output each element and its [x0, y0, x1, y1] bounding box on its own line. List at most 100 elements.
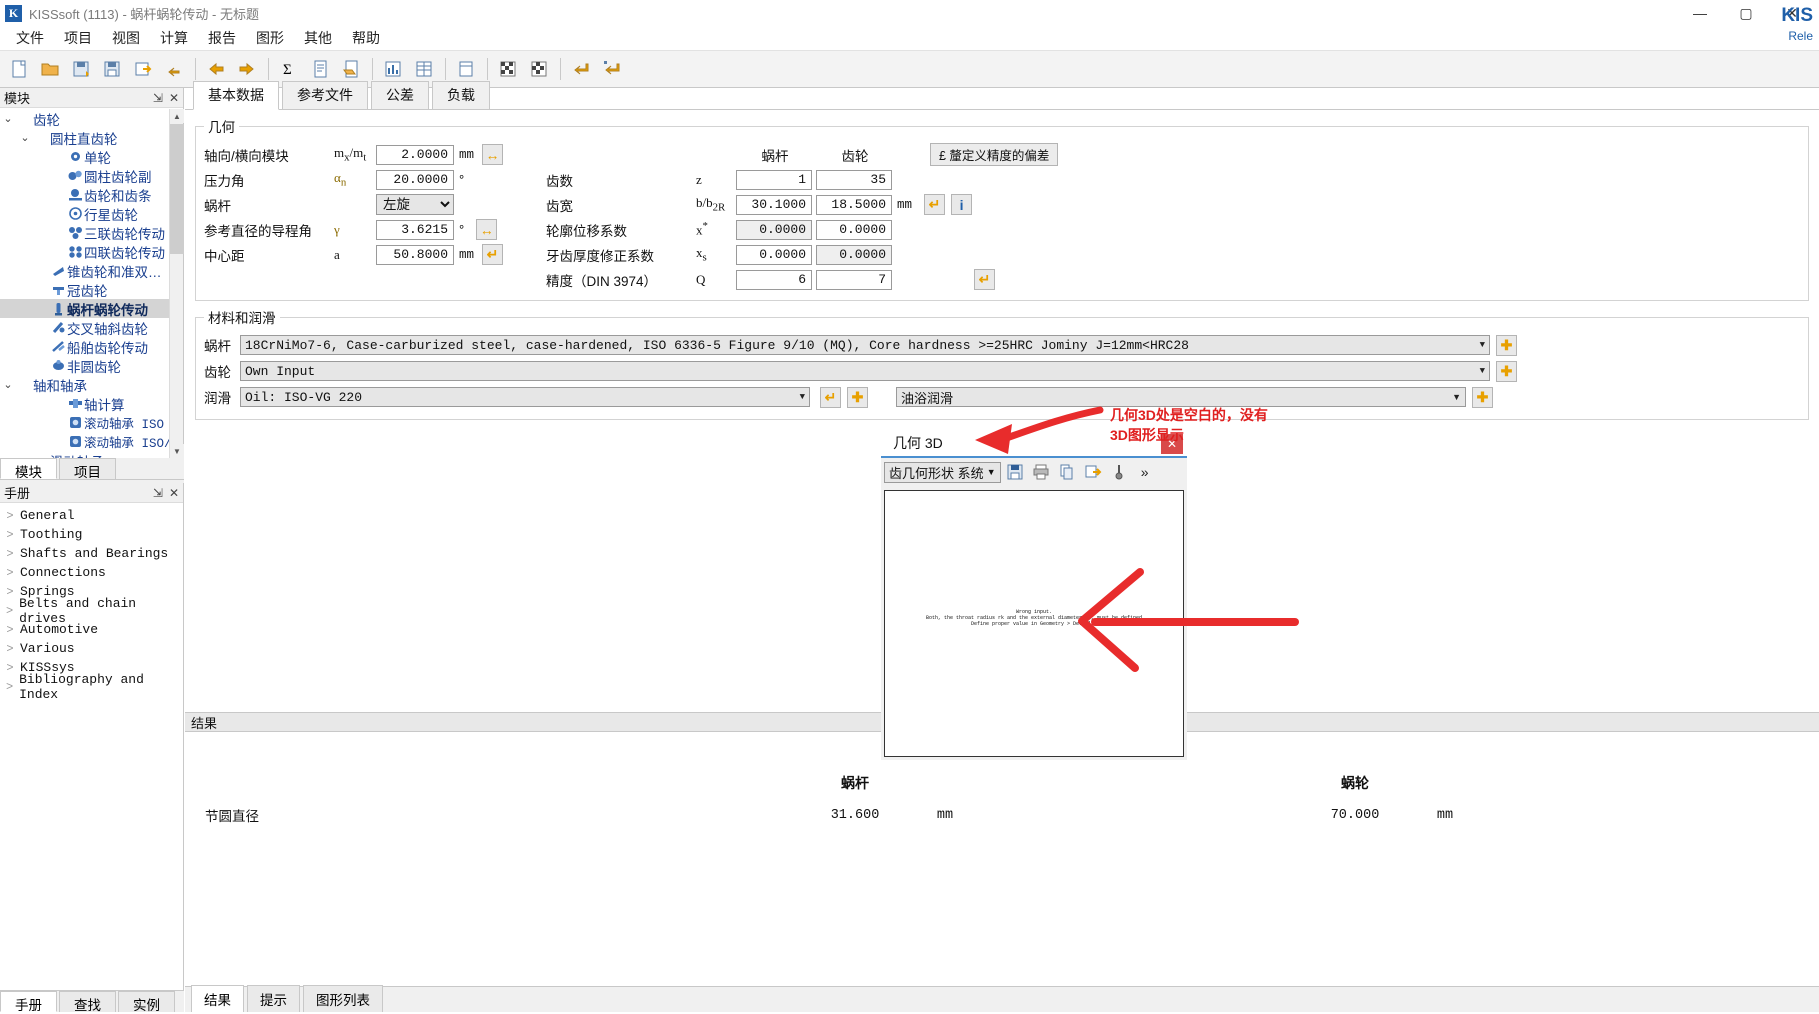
select-lubrication-type[interactable]: 油浴润滑 ▼ — [896, 387, 1466, 407]
module-tree-item[interactable]: 冠齿轮 — [0, 280, 183, 299]
module-tree-item[interactable]: 蜗杆蜗轮传动 — [0, 299, 183, 318]
return-icon[interactable] — [566, 54, 596, 84]
input-tooth-thickness-worm[interactable] — [736, 244, 812, 265]
menu-report[interactable]: 报告 — [198, 26, 246, 50]
module-tree-item[interactable]: ⌄滑动轴承 — [0, 451, 183, 459]
module-tree-scrollbar[interactable]: ▲ ▼ — [169, 109, 184, 458]
tree-twisty-icon[interactable]: ⌄ — [17, 131, 33, 144]
return2-icon[interactable] — [597, 54, 627, 84]
module-tree-item[interactable]: 滚动轴承 ISO … — [0, 413, 183, 432]
manual-list-item[interactable]: > Shafts and Bearings — [0, 544, 183, 563]
tree-twisty-icon[interactable]: ⌄ — [0, 112, 16, 125]
tab-search[interactable]: 查找 — [59, 991, 116, 1013]
report-icon[interactable] — [305, 54, 335, 84]
geometry-3d-canvas[interactable]: Wrong input. Both, the throat radius rk … — [884, 490, 1184, 757]
select-material-worm[interactable]: 18CrNiMo7-6, Case-carburized steel, case… — [240, 335, 1490, 355]
input-teeth-count-gear[interactable] — [816, 169, 892, 190]
tab-graphics-list[interactable]: 图形列表 — [303, 985, 383, 1012]
input-facewidth-worm[interactable] — [736, 194, 812, 215]
module-tree-item[interactable]: ⌄ 圆柱直齿轮 — [0, 128, 183, 147]
minimize-button[interactable]: — — [1677, 0, 1723, 26]
pin-icon[interactable]: ⇲ — [153, 486, 163, 500]
input-center-distance[interactable] — [376, 244, 454, 265]
geometry-3d-view-select[interactable]: 齿几何形状 系统 ▼ — [884, 461, 1001, 483]
module-tree-item[interactable]: 非圆齿轮 — [0, 356, 183, 375]
chevron-right-icon[interactable]: > — [0, 547, 20, 561]
module-tree[interactable]: ⌄ 齿轮 ⌄ 圆柱直齿轮 单轮 圆柱齿轮副 齿轮和齿条 行星齿轮 三联齿轮传动 四联齿轮传动 锥齿轮… — [0, 109, 183, 458]
menu-file[interactable]: 文件 — [6, 26, 54, 50]
chevron-right-icon[interactable]: > — [0, 680, 19, 694]
chevron-down-icon[interactable]: ▼ — [800, 392, 805, 402]
checker2-icon[interactable] — [524, 54, 554, 84]
save-as-icon[interactable] — [66, 54, 96, 84]
menu-extras[interactable]: 其他 — [294, 26, 342, 50]
undo-arrow-icon[interactable] — [159, 54, 189, 84]
chevron-right-icon[interactable]: > — [0, 528, 20, 542]
module-tree-item[interactable]: ⌄ 轴和轴承 — [0, 375, 183, 394]
tab-tolerances[interactable]: 公差 — [371, 81, 429, 109]
tree-twisty-icon[interactable]: ⌄ — [0, 378, 16, 391]
tab-messages[interactable]: 提示 — [247, 985, 300, 1012]
add-lubrication-icon[interactable]: ✚ — [847, 386, 868, 408]
tab-results[interactable]: 结果 — [191, 985, 244, 1012]
input-teeth-count-worm[interactable] — [736, 169, 812, 190]
manual-list-item[interactable]: > General — [0, 506, 183, 525]
copy-icon[interactable] — [1055, 460, 1079, 484]
select-lubrication-oil[interactable]: Oil: ISO-VG 220 ▼ — [240, 387, 810, 407]
input-lead-angle[interactable] — [376, 219, 454, 240]
input-profile-shift-worm[interactable] — [736, 219, 812, 240]
save-icon[interactable] — [1003, 460, 1027, 484]
measure-icon[interactable] — [1107, 460, 1131, 484]
tab-module[interactable]: 模块 — [0, 458, 57, 480]
chart-icon[interactable] — [378, 54, 408, 84]
yellow-return-arrow-icon[interactable]: ↵ — [820, 386, 841, 408]
menu-project[interactable]: 项目 — [54, 26, 102, 50]
manual-list-item[interactable]: > Toothing — [0, 525, 183, 544]
pin-icon[interactable]: ⇲ — [153, 91, 163, 105]
menu-help[interactable]: 帮助 — [342, 26, 390, 50]
chevron-right-icon[interactable]: > — [0, 566, 20, 580]
chevron-right-icon[interactable]: > — [0, 661, 20, 675]
chevron-down-icon[interactable]: ▼ — [987, 467, 996, 477]
report-open-icon[interactable] — [336, 54, 366, 84]
chevron-down-icon[interactable]: ▼ — [1480, 366, 1485, 376]
module-tree-item[interactable]: 单轮 — [0, 147, 183, 166]
input-tooth-thickness-gear[interactable] — [816, 244, 892, 265]
manual-list-item[interactable]: > Various — [0, 639, 183, 658]
export-icon[interactable] — [128, 54, 158, 84]
tab-basic-data[interactable]: 基本数据 — [193, 81, 279, 110]
list-icon[interactable] — [451, 54, 481, 84]
manual-list-item[interactable]: > Connections — [0, 563, 183, 582]
more-options-icon[interactable]: » — [1133, 460, 1157, 484]
chevron-right-icon[interactable]: > — [0, 642, 20, 656]
yellow-return-arrow-icon[interactable]: ↵ — [482, 244, 504, 265]
yellow-double-arrow-icon[interactable]: ↔ — [476, 219, 498, 240]
module-tree-item[interactable]: 齿轮和齿条 — [0, 185, 183, 204]
sigma-calculate-icon[interactable]: Σ — [274, 54, 304, 84]
input-accuracy-grade-worm[interactable] — [736, 269, 812, 290]
checker-icon[interactable] — [493, 54, 523, 84]
save-icon[interactable] — [97, 54, 127, 84]
tab-reference-file[interactable]: 参考文件 — [282, 81, 368, 109]
yellow-double-arrow-icon[interactable]: ↔ — [482, 144, 504, 165]
module-tree-item[interactable]: ⌄ 齿轮 — [0, 109, 183, 128]
chevron-right-icon[interactable]: > — [0, 509, 20, 523]
forward-arrow-icon[interactable] — [232, 54, 262, 84]
select-worm-hand[interactable]: 左旋 — [376, 194, 454, 215]
chevron-down-icon[interactable]: ▼ — [1480, 340, 1485, 350]
accuracy-apply-icon[interactable]: ↵ — [974, 269, 995, 290]
define-accuracy-button[interactable]: £ 釐定义精度的偏差 — [930, 143, 1059, 166]
scrollbar-thumb[interactable] — [170, 124, 184, 254]
input-axial-module[interactable] — [376, 144, 454, 165]
module-tree-item[interactable]: 轴计算 — [0, 394, 183, 413]
chevron-down-icon[interactable]: ▼ — [1452, 392, 1461, 402]
manual-list-item[interactable]: > Bibliography and Index — [0, 672, 183, 702]
back-arrow-icon[interactable] — [201, 54, 231, 84]
add-lubrication-type-icon[interactable]: ✚ — [1472, 386, 1493, 408]
new-document-icon[interactable] — [4, 54, 34, 84]
tab-project[interactable]: 项目 — [59, 458, 116, 480]
module-tree-item[interactable]: 船舶齿轮传动 — [0, 337, 183, 356]
print-icon[interactable] — [1029, 460, 1053, 484]
module-tree-item[interactable]: 圆柱齿轮副 — [0, 166, 183, 185]
tab-examples[interactable]: 实例 — [118, 991, 175, 1013]
